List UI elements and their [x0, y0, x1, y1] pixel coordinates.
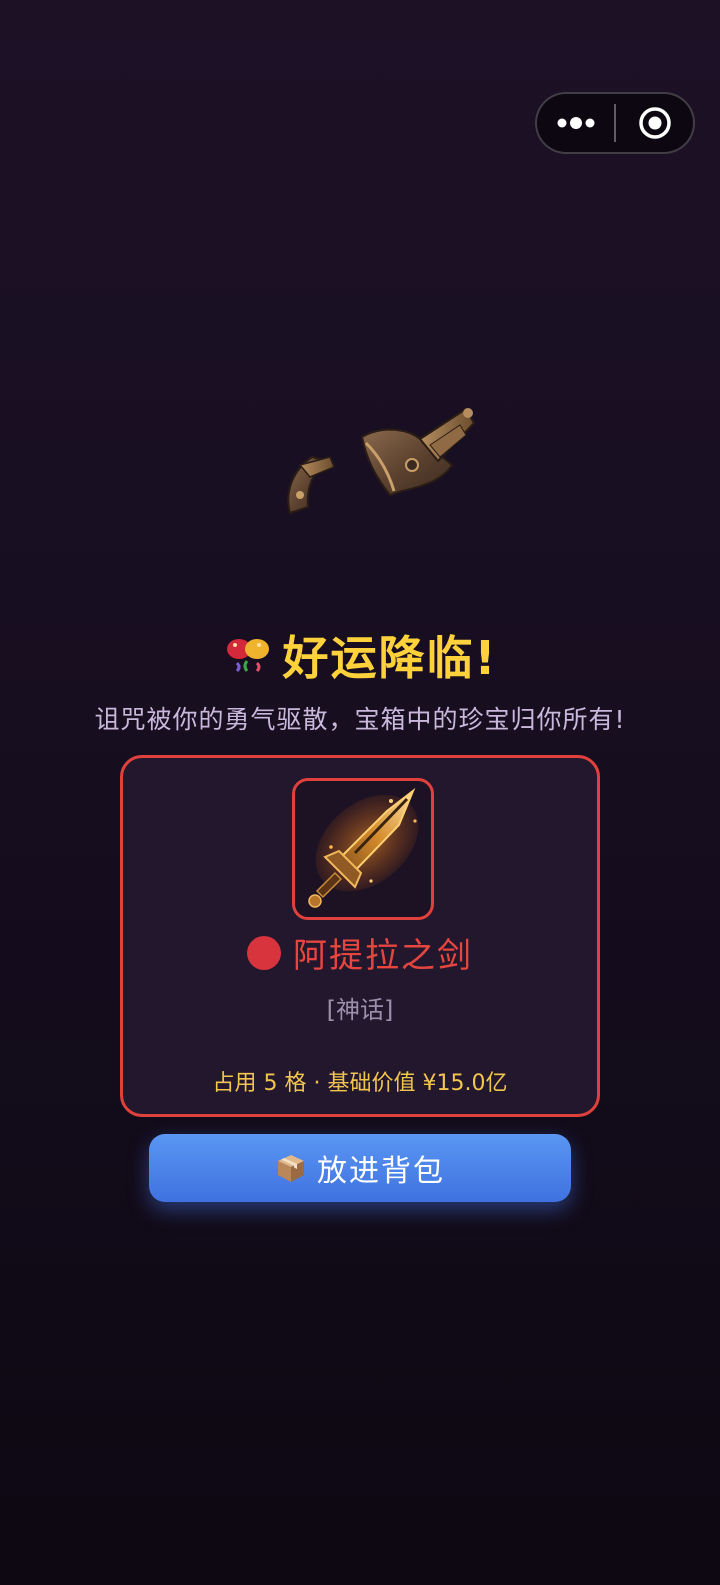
more-button[interactable]: [537, 94, 614, 152]
item-rarity: [神话]: [326, 996, 394, 1024]
put-in-backpack-button[interactable]: 放进背包: [149, 1134, 571, 1202]
package-box-icon: [278, 1155, 304, 1182]
item-image-frame: [292, 778, 434, 920]
item-name: 阿提拉之剑: [293, 936, 473, 976]
capsule-menu: [535, 92, 695, 154]
item-card: 阿提拉之剑 [神话] 占用 5 格 · 基础价值 ¥15.0亿: [120, 755, 600, 1117]
flaming-sword-icon: [308, 787, 419, 908]
treasure-chest-image: [287, 407, 476, 515]
more-dots-icon: [557, 117, 594, 129]
result-subtitle: 诅咒被你的勇气驱散，宝箱中的珍宝归你所有!: [94, 705, 626, 734]
target-close-icon: [638, 107, 671, 139]
party-popper-icon: [226, 639, 269, 673]
item-info: 占用 5 格 · 基础价值 ¥15.0亿: [212, 1071, 508, 1096]
item-name-row: 阿提拉之剑: [123, 928, 597, 977]
put-in-backpack-label: 放进背包: [317, 1154, 445, 1189]
rarity-dot-icon: [247, 935, 281, 970]
result-title-row: 好运降临!: [0, 622, 720, 688]
close-button[interactable]: [616, 94, 693, 152]
result-title: 好运降临!: [282, 631, 498, 685]
